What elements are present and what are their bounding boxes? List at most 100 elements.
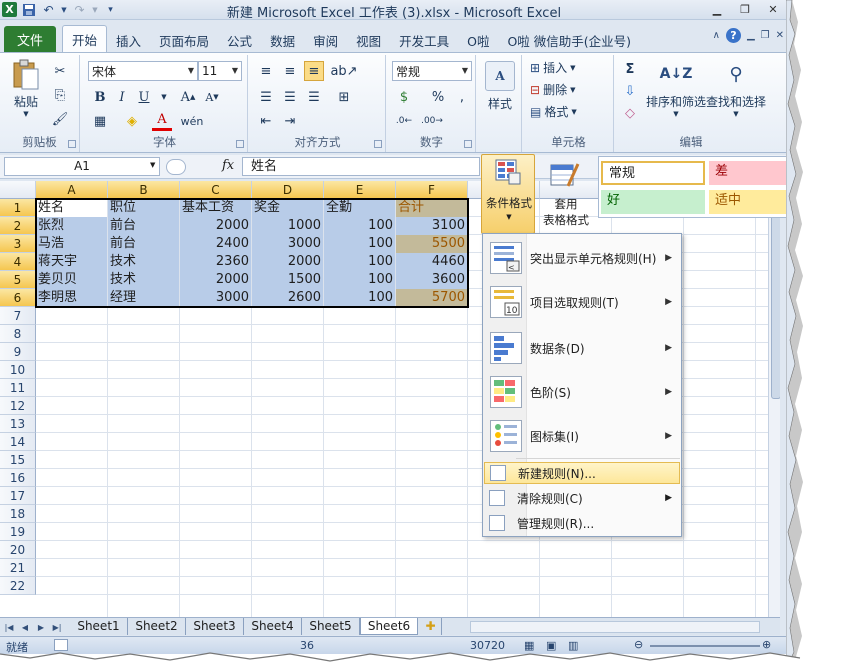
- row-header[interactable]: 7: [0, 307, 36, 325]
- phonetic-icon[interactable]: wén: [181, 111, 204, 131]
- table-cell[interactable]: 技术: [108, 253, 179, 271]
- row-header[interactable]: 22: [0, 577, 36, 595]
- column-header[interactable]: D: [252, 181, 324, 199]
- column-header[interactable]: B: [108, 181, 180, 199]
- cell-style-neutral[interactable]: 适中: [709, 190, 787, 214]
- minimize-ribbon-icon[interactable]: ∧: [713, 30, 720, 41]
- tab-ola-wechat[interactable]: O啦 微信助手(企业号): [498, 28, 640, 52]
- table-header-cell[interactable]: 全勤: [324, 199, 395, 217]
- minimize-icon[interactable]: ▁: [706, 1, 728, 17]
- fill-icon[interactable]: ⇩: [620, 81, 640, 101]
- font-name-combo[interactable]: 宋体 ▼: [88, 61, 198, 81]
- table-cell[interactable]: 2000: [180, 271, 251, 289]
- clear-icon[interactable]: ◇: [620, 103, 640, 123]
- column-header[interactable]: F: [396, 181, 468, 199]
- tab-view[interactable]: 视图: [347, 28, 390, 52]
- tab-ola[interactable]: O啦: [458, 28, 498, 52]
- table-cell[interactable]: 2000: [252, 253, 323, 271]
- menu-item-highlight-rules[interactable]: < 突出显示单元格规则(H) ▶: [484, 240, 680, 276]
- menu-item-new-rule[interactable]: 新建规则(N)...: [484, 462, 680, 484]
- table-cell[interactable]: 2600: [252, 289, 323, 307]
- cut-icon[interactable]: ✂: [50, 61, 70, 81]
- align-right-icon[interactable]: ☰: [304, 87, 324, 107]
- align-top-icon[interactable]: ≡: [256, 61, 276, 81]
- tab-file[interactable]: 文件: [4, 26, 56, 52]
- menu-item-data-bars[interactable]: 数据条(D) ▶: [484, 330, 680, 366]
- table-cell[interactable]: 5700: [396, 289, 467, 307]
- formula-expand-icon[interactable]: [166, 159, 186, 175]
- horizontal-scrollbar[interactable]: [470, 621, 760, 633]
- column-header[interactable]: C: [180, 181, 252, 199]
- table-cell[interactable]: 4460: [396, 253, 467, 271]
- table-cell[interactable]: 张烈: [36, 217, 107, 235]
- align-bottom-icon[interactable]: ≡: [304, 61, 324, 81]
- row-header[interactable]: 12: [0, 397, 36, 415]
- decrease-decimal-icon[interactable]: .00→: [421, 111, 443, 131]
- table-header-cell[interactable]: 职位: [108, 199, 179, 217]
- zoom-out-icon[interactable]: ⊖: [634, 638, 643, 651]
- clipboard-launcher-icon[interactable]: [68, 140, 76, 148]
- table-cell[interactable]: 姜贝贝: [36, 271, 107, 289]
- table-cell[interactable]: 1000: [252, 217, 323, 235]
- table-header-cell[interactable]: 奖金: [252, 199, 323, 217]
- find-select-button[interactable]: ⚲ 查找和选择 ▼: [706, 59, 766, 119]
- insert-button[interactable]: ⊞ 插入 ▼: [530, 59, 575, 76]
- row-header[interactable]: 5: [0, 271, 36, 289]
- tab-formulas[interactable]: 公式: [218, 28, 261, 52]
- table-header-cell[interactable]: 合计: [396, 199, 467, 217]
- help-icon[interactable]: ?: [725, 28, 741, 43]
- row-header[interactable]: 6: [0, 289, 36, 307]
- table-cell[interactable]: 3100: [396, 217, 467, 235]
- table-cell[interactable]: 技术: [108, 271, 179, 289]
- doc-close-icon[interactable]: ✕: [776, 30, 784, 41]
- shrink-font-icon[interactable]: A ▼: [202, 87, 222, 107]
- page-break-view-icon[interactable]: ▥: [568, 639, 578, 652]
- currency-icon[interactable]: $: [394, 87, 414, 107]
- font-color-icon[interactable]: A: [152, 111, 172, 131]
- column-header[interactable]: E: [324, 181, 396, 199]
- tab-review[interactable]: 审阅: [304, 28, 347, 52]
- macro-record-icon[interactable]: [54, 639, 68, 651]
- menu-item-icon-sets[interactable]: 图标集(I) ▶: [484, 418, 680, 454]
- italic-button[interactable]: I: [112, 87, 132, 107]
- sort-filter-button[interactable]: A↓Z 排序和筛选 ▼: [646, 59, 706, 118]
- insert-sheet-icon[interactable]: ✚: [420, 618, 442, 635]
- table-cell[interactable]: 100: [324, 271, 395, 289]
- row-header[interactable]: 3: [0, 235, 36, 253]
- increase-indent-icon[interactable]: ⇥: [280, 111, 300, 131]
- doc-restore-icon[interactable]: ❐: [761, 30, 770, 41]
- scroll-thumb[interactable]: [771, 199, 780, 399]
- table-cell[interactable]: 3000: [180, 289, 251, 307]
- table-header-cell[interactable]: 基本工资: [180, 199, 251, 217]
- number-launcher-icon[interactable]: [464, 140, 472, 148]
- table-cell[interactable]: 前台: [108, 217, 179, 235]
- underline-button[interactable]: U: [134, 87, 154, 107]
- increase-decimal-icon[interactable]: .0←: [394, 111, 414, 131]
- menu-item-clear-rules[interactable]: 清除规则(C) ▶: [484, 487, 680, 509]
- table-cell[interactable]: 100: [324, 253, 395, 271]
- align-center-icon[interactable]: ☰: [280, 87, 300, 107]
- paste-button[interactable]: 粘贴 ▼: [8, 59, 44, 118]
- delete-button[interactable]: ⊟ 删除 ▼: [530, 81, 575, 98]
- row-header[interactable]: 15: [0, 451, 36, 469]
- row-header[interactable]: 19: [0, 523, 36, 541]
- next-sheet-icon[interactable]: ▶: [34, 620, 48, 634]
- grow-font-icon[interactable]: A ▲: [178, 87, 198, 107]
- borders-icon[interactable]: ▦: [90, 111, 110, 131]
- table-cell[interactable]: 2400: [180, 235, 251, 253]
- table-cell[interactable]: 蒋天宇: [36, 253, 107, 271]
- copy-icon[interactable]: ⎘: [50, 85, 70, 105]
- row-header[interactable]: 16: [0, 469, 36, 487]
- sheet-tab-sheet3[interactable]: Sheet3: [186, 618, 244, 635]
- orientation-icon[interactable]: ab↗: [330, 61, 357, 81]
- decrease-indent-icon[interactable]: ⇤: [256, 111, 276, 131]
- table-cell[interactable]: 100: [324, 217, 395, 235]
- styles-button[interactable]: A 样式: [484, 61, 516, 112]
- doc-minimize-icon[interactable]: ▁: [747, 30, 755, 41]
- row-header[interactable]: 2: [0, 217, 36, 235]
- align-left-icon[interactable]: ☰: [256, 87, 276, 107]
- fill-color-icon[interactable]: ◈: [122, 111, 142, 131]
- row-header[interactable]: 14: [0, 433, 36, 451]
- sheet-tab-sheet2[interactable]: Sheet2: [128, 618, 186, 635]
- alignment-launcher-icon[interactable]: [374, 140, 382, 148]
